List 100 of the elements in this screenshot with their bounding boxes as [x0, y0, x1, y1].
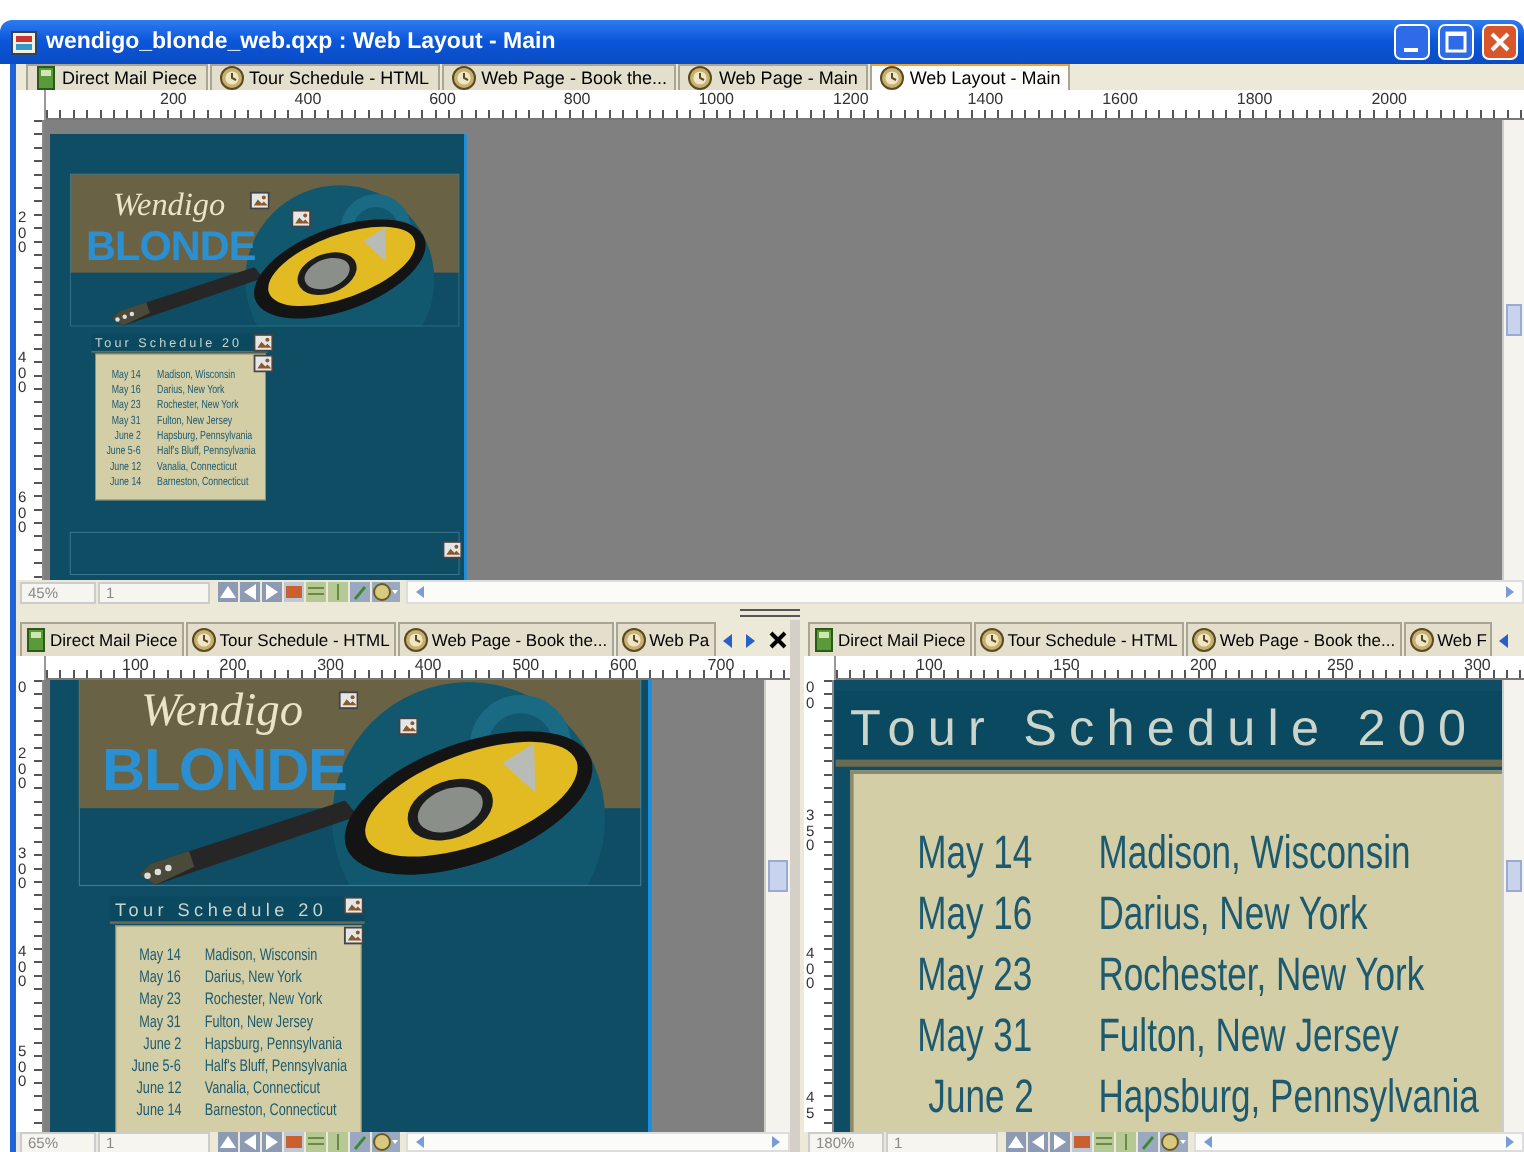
columns-view-icon[interactable] — [1116, 1132, 1136, 1152]
vertical-scrollbar[interactable] — [764, 680, 790, 1132]
compass-icon[interactable] — [1160, 1132, 1188, 1152]
grid-view-icon[interactable] — [306, 582, 326, 602]
tour-date: May 31 — [918, 1008, 1034, 1062]
columns-view-icon[interactable] — [328, 582, 348, 602]
compass-icon[interactable] — [372, 582, 400, 602]
tour-city: Hapsburg, Pennsylvania — [204, 1033, 343, 1053]
horizontal-ruler: 100 200 300 400 500 600 700 — [46, 656, 790, 680]
horizontal-ruler: 200 400 600 800 1000 1200 1400 1600 1800 2000 — [46, 90, 1524, 120]
clock-icon — [403, 628, 428, 652]
previous-page-icon[interactable] — [1028, 1132, 1048, 1152]
splitter-grip[interactable] — [740, 607, 800, 617]
tour-city: Rochester, New York — [1098, 946, 1425, 1001]
document-icon — [814, 628, 834, 652]
columns-view-icon[interactable] — [328, 1132, 348, 1152]
document-tab[interactable]: Tour Schedule - HTML — [209, 64, 440, 90]
close-button[interactable] — [1482, 24, 1518, 60]
picture-icon — [398, 717, 419, 736]
tour-date: May 23 — [139, 988, 182, 1009]
compass-icon[interactable] — [372, 1132, 400, 1152]
tour-city: Darius, New York — [204, 966, 302, 987]
document-tab[interactable]: Direct Mail Piece — [808, 622, 972, 656]
document-tab[interactable]: Web Layout - Main — [869, 64, 1071, 90]
tour-date: June 12 — [136, 1077, 182, 1097]
document-icon — [26, 628, 46, 652]
clock-icon — [1191, 628, 1216, 652]
window-title: wendigo_blonde_web.qxp : Web Layout - Main — [46, 30, 556, 54]
logo-script-text: Wendigo — [141, 683, 304, 736]
previous-page-icon[interactable] — [240, 1132, 260, 1152]
document-tab[interactable]: Web Pa — [615, 622, 716, 656]
tour-city: Vanalia, Connecticut — [204, 1077, 320, 1097]
document-tab[interactable]: Web Page - Book the... — [441, 64, 677, 90]
layout-view-icon[interactable] — [284, 1132, 304, 1152]
horizontal-scrollbar[interactable] — [406, 1132, 790, 1152]
tour-date: June 5-6 — [131, 1055, 182, 1075]
tour-city: Rochester, New York — [204, 988, 323, 1009]
document-tab[interactable]: Web F — [1403, 622, 1493, 656]
next-page-icon[interactable] — [262, 1132, 282, 1152]
vertical-scrollbar[interactable] — [1502, 680, 1524, 1132]
clock-icon — [191, 628, 216, 652]
document-tab[interactable]: Web Page - Book the... — [1185, 622, 1402, 656]
next-page-icon[interactable] — [1050, 1132, 1070, 1152]
layout-view-icon[interactable] — [1072, 1132, 1092, 1152]
clock-icon — [688, 66, 713, 90]
grid-view-icon[interactable] — [1094, 1132, 1114, 1152]
next-page-icon[interactable] — [262, 582, 282, 602]
minimize-button[interactable] — [1394, 24, 1430, 60]
page-up-icon[interactable] — [218, 582, 238, 602]
tour-date: May 23 — [918, 946, 1034, 1001]
clock-icon — [451, 66, 476, 90]
picture-icon — [343, 926, 364, 945]
schedule-heading: Tour Schedule 20 — [115, 897, 328, 921]
picture-icon — [291, 209, 312, 228]
maximize-button[interactable] — [1438, 24, 1474, 60]
tour-date: May 31 — [139, 1011, 182, 1031]
picture-icon — [253, 354, 274, 373]
tour-city: Half's Bluff, Pennsylvania — [204, 1055, 348, 1075]
clock-icon — [979, 628, 1004, 652]
tour-city: Hapsburg, Pennsylvania — [1098, 1069, 1479, 1124]
pencil-icon[interactable] — [350, 582, 370, 602]
tour-date: May 16 — [918, 885, 1034, 940]
scroll-right-icon[interactable] — [741, 632, 758, 650]
tour-date: June 2 — [928, 1069, 1034, 1124]
tour-city: Barneston, Connecticut — [204, 1099, 337, 1119]
tour-city: Madison, Wisconsin — [204, 944, 318, 965]
scroll-left-icon[interactable] — [412, 584, 428, 600]
tour-date: June 2 — [143, 1033, 182, 1053]
previous-page-icon[interactable] — [240, 582, 260, 602]
app-icon — [10, 28, 38, 56]
layout-view-icon[interactable] — [284, 582, 304, 602]
vertical-scrollbar[interactable] — [1502, 120, 1524, 580]
tour-date: May 14 — [139, 944, 182, 965]
schedule-heading: Tour Schedule 200 — [850, 694, 1479, 758]
clock-icon — [219, 66, 244, 90]
picture-icon — [253, 333, 274, 352]
document-icon — [36, 66, 56, 90]
document-tab[interactable]: Tour Schedule - HTML — [185, 622, 396, 656]
document-tab[interactable]: Tour Schedule - HTML — [973, 622, 1184, 656]
clock-icon — [621, 628, 646, 652]
document-tab[interactable]: Web Page - Main — [678, 64, 868, 90]
tour-date: May 14 — [918, 824, 1034, 879]
pencil-icon[interactable] — [350, 1132, 370, 1152]
document-tab[interactable]: Direct Mail Piece — [26, 64, 208, 90]
tour-city: Darius, New York — [1098, 885, 1368, 940]
document-tab[interactable]: Direct Mail Piece — [20, 622, 184, 656]
page-up-icon[interactable] — [218, 1132, 238, 1152]
page-up-icon[interactable] — [1006, 1132, 1026, 1152]
scroll-right-icon[interactable] — [1502, 584, 1518, 600]
close-icon[interactable] — [767, 630, 788, 650]
tour-city: Fulton, New Jersey — [204, 1011, 314, 1031]
grid-view-icon[interactable] — [306, 1132, 326, 1152]
logo-script-text: Wendigo — [113, 186, 226, 223]
picture-icon — [249, 191, 270, 210]
picture-icon — [338, 691, 359, 710]
horizontal-scrollbar[interactable] — [406, 580, 1524, 604]
document-tab[interactable]: Web Page - Book the... — [397, 622, 614, 656]
horizontal-scrollbar[interactable] — [1194, 1132, 1524, 1152]
pencil-icon[interactable] — [1138, 1132, 1158, 1152]
tour-city: Madison, Wisconsin — [1098, 824, 1411, 879]
